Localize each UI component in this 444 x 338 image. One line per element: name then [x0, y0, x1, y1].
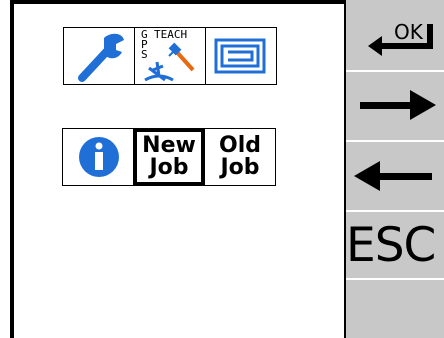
info-icon [79, 137, 119, 177]
tool-row: G P S TEACH [63, 27, 277, 85]
new-job-line2: Job [149, 155, 189, 180]
old-job-line2: Job [220, 155, 260, 180]
info-tile[interactable] [63, 129, 133, 185]
empty-softkey[interactable] [346, 280, 444, 338]
right-arrow-icon [360, 90, 436, 120]
escape-button[interactable]: ESC [346, 212, 444, 280]
gps-teach-icon [144, 42, 195, 82]
esc-label: ESC [346, 218, 436, 273]
settings-tile[interactable] [64, 28, 134, 84]
ok-label: OK [394, 20, 423, 44]
new-job-button[interactable]: New Job [134, 129, 204, 185]
ok-button[interactable]: OK [346, 0, 444, 72]
left-arrow-icon [354, 161, 432, 191]
new-job-line1: New [142, 133, 196, 158]
old-job-label: Old Job [205, 129, 275, 185]
old-job-line1: Old [219, 133, 261, 158]
job-row: New Job Old Job [62, 128, 276, 186]
left-margin [0, 0, 10, 338]
screen: G P S TEACH New Job Old Job OK ESC [0, 0, 444, 338]
old-job-button[interactable]: Old Job [205, 129, 275, 185]
new-job-label: New Job [137, 132, 201, 182]
back-button[interactable] [346, 142, 444, 212]
pattern-icon [214, 38, 266, 74]
wrench-icon [78, 33, 124, 82]
pattern-tile[interactable] [206, 28, 276, 84]
softkey-sidebar: OK ESC [346, 0, 444, 338]
next-button[interactable] [346, 72, 444, 142]
gps-teach-tile[interactable]: G P S TEACH [135, 28, 205, 84]
